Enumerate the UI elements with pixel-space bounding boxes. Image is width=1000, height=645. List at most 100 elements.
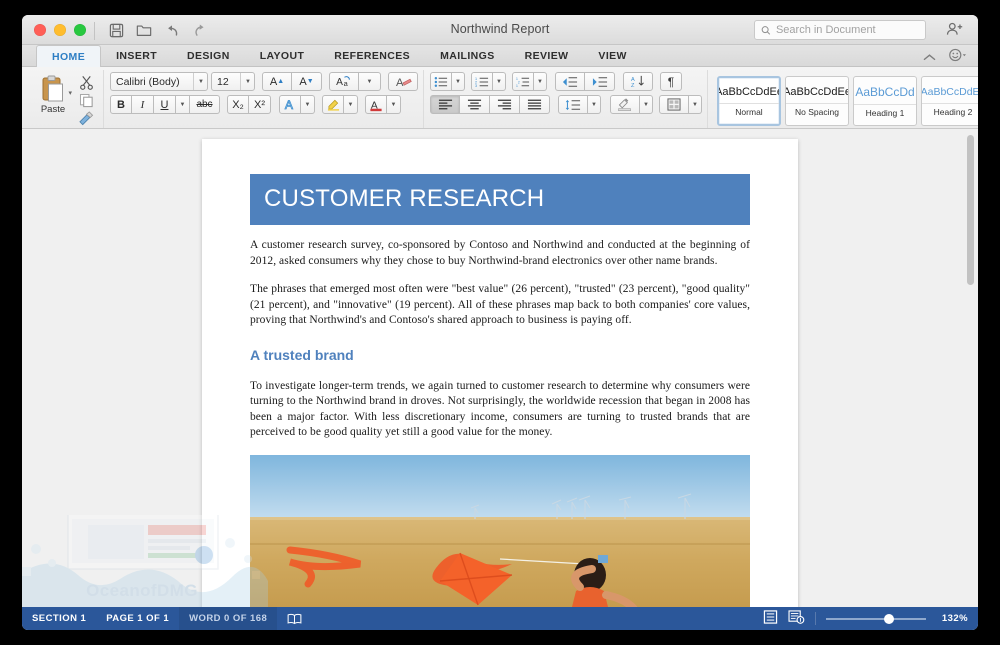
bullets-segment: ▼ bbox=[430, 72, 465, 91]
text-effects-button[interactable]: A bbox=[279, 95, 301, 114]
tab-review[interactable]: REVIEW bbox=[510, 45, 584, 67]
sort-button[interactable]: AZ bbox=[623, 72, 653, 91]
align-left-button[interactable] bbox=[430, 95, 460, 114]
chevron-up-icon[interactable] bbox=[923, 49, 936, 67]
search-input[interactable] bbox=[776, 24, 919, 36]
tab-design[interactable]: DESIGN bbox=[172, 45, 245, 67]
style-sample: AaBbCcDdEe bbox=[717, 86, 781, 98]
paste-button[interactable]: ▾ Paste bbox=[32, 72, 74, 115]
style-name: Normal bbox=[719, 103, 779, 117]
paste-label: Paste bbox=[41, 104, 65, 115]
borders-icon[interactable] bbox=[659, 95, 689, 114]
chevron-down-icon[interactable]: ▼ bbox=[240, 73, 251, 90]
highlight-dropdown[interactable]: ▼ bbox=[344, 95, 358, 114]
paragraph-row-bottom: ▼ ▼ ▼ bbox=[430, 95, 702, 114]
svg-text:3: 3 bbox=[475, 84, 477, 88]
shading-icon[interactable] bbox=[610, 95, 640, 114]
svg-text:A: A bbox=[336, 77, 343, 88]
change-case-button[interactable]: Aa bbox=[329, 72, 359, 91]
underline-button[interactable]: U bbox=[154, 95, 176, 114]
chevron-down-icon[interactable]: ▼ bbox=[193, 73, 204, 90]
font-color-icon[interactable]: A bbox=[365, 95, 387, 114]
styles-gallery: AaBbCcDdEe Normal AaBbCcDdEe No Spacing … bbox=[717, 72, 978, 126]
underline-dropdown[interactable]: ▼ bbox=[176, 95, 190, 114]
tab-references[interactable]: REFERENCES bbox=[319, 45, 425, 67]
numbering-icon[interactable]: 123 bbox=[471, 72, 493, 91]
document-page[interactable]: CUSTOMER RESEARCH A customer research su… bbox=[202, 139, 798, 607]
tab-layout[interactable]: LAYOUT bbox=[245, 45, 320, 67]
zoom-slider[interactable] bbox=[826, 618, 926, 620]
font-color-dropdown[interactable]: ▼ bbox=[387, 95, 401, 114]
bullets-icon[interactable] bbox=[430, 72, 452, 91]
change-case-dropdown[interactable]: ▼ bbox=[359, 72, 381, 91]
document-canvas[interactable]: CUSTOMER RESEARCH A customer research su… bbox=[22, 129, 978, 607]
status-divider bbox=[815, 612, 816, 625]
zoom-level[interactable]: 132% bbox=[936, 613, 968, 624]
ribbon-group-paragraph: ▼ 123 ▼ 121 ▼ bbox=[423, 70, 707, 128]
borders-dropdown[interactable]: ▼ bbox=[689, 95, 702, 114]
format-painter-icon[interactable] bbox=[76, 110, 96, 127]
style-card-normal[interactable]: AaBbCcDdEe Normal bbox=[717, 76, 781, 126]
align-right-button[interactable] bbox=[490, 95, 520, 114]
document-image[interactable] bbox=[250, 455, 750, 608]
style-card-no-spacing[interactable]: AaBbCcDdEe No Spacing bbox=[785, 76, 849, 126]
tab-mailings[interactable]: MAILINGS bbox=[425, 45, 510, 67]
style-sample: AaBbCcDdEe bbox=[785, 86, 849, 98]
zoom-slider-handle[interactable] bbox=[884, 614, 894, 624]
italic-button[interactable]: I bbox=[132, 95, 154, 114]
vertical-scrollbar[interactable] bbox=[966, 135, 975, 601]
shading-dropdown[interactable]: ▼ bbox=[640, 95, 653, 114]
subscript-button[interactable]: X₂ bbox=[227, 95, 249, 114]
tab-view[interactable]: VIEW bbox=[583, 45, 641, 67]
style-sample: AaBbCcDdEe bbox=[921, 86, 978, 98]
search-box[interactable] bbox=[754, 20, 926, 40]
line-spacing-icon[interactable] bbox=[558, 95, 588, 114]
grow-font-button[interactable]: A▲ bbox=[262, 72, 292, 91]
highlight-icon[interactable] bbox=[322, 95, 344, 114]
ribbon-tab-bar: HOME INSERT DESIGN LAYOUT REFERENCES MAI… bbox=[22, 45, 978, 67]
line-spacing-dropdown[interactable]: ▼ bbox=[588, 95, 601, 114]
status-section[interactable]: SECTION 1 bbox=[22, 607, 96, 630]
web-layout-icon[interactable] bbox=[788, 610, 805, 627]
show-marks-button[interactable]: ¶ bbox=[660, 72, 682, 91]
font-name-combo[interactable]: Calibri (Body) ▼ bbox=[110, 72, 208, 91]
font-style-segment: B I U ▼ abc bbox=[110, 95, 220, 114]
numbering-dropdown[interactable]: ▼ bbox=[493, 72, 506, 91]
multilevel-segment: 121 ▼ bbox=[512, 72, 547, 91]
font-name-value: Calibri (Body) bbox=[116, 76, 180, 88]
clear-formatting-button[interactable]: A bbox=[388, 72, 418, 91]
cut-icon[interactable] bbox=[76, 74, 96, 91]
decrease-indent-icon[interactable] bbox=[555, 72, 585, 91]
status-word-count[interactable]: WORD 0 OF 168 bbox=[179, 607, 277, 630]
print-layout-icon[interactable] bbox=[763, 610, 778, 627]
shrink-font-button[interactable]: A▼ bbox=[292, 72, 322, 91]
font-size-combo[interactable]: 12 ▼ bbox=[211, 72, 255, 91]
chevron-down-icon[interactable]: ▾ bbox=[68, 89, 72, 97]
font-color-segment: A ▼ bbox=[365, 95, 401, 114]
status-right-group: 132% bbox=[763, 610, 968, 627]
scrollbar-thumb[interactable] bbox=[967, 135, 974, 285]
style-card-heading-2[interactable]: AaBbCcDdEe Heading 2 bbox=[921, 76, 978, 126]
multilevel-list-icon[interactable]: 121 bbox=[512, 72, 534, 91]
multilevel-dropdown[interactable]: ▼ bbox=[534, 72, 547, 91]
share-icon[interactable] bbox=[946, 21, 964, 42]
increase-indent-icon[interactable] bbox=[585, 72, 615, 91]
style-card-heading-1[interactable]: AaBbCcDd Heading 1 bbox=[853, 76, 917, 126]
shading-segment: ▼ bbox=[610, 95, 653, 114]
paragraph-row-top: ▼ 123 ▼ 121 ▼ bbox=[430, 72, 702, 91]
tab-home[interactable]: HOME bbox=[36, 45, 101, 67]
document-body: CUSTOMER RESEARCH A customer research su… bbox=[202, 139, 798, 607]
align-center-button[interactable] bbox=[460, 95, 490, 114]
copy-icon[interactable] bbox=[76, 92, 96, 109]
justify-button[interactable] bbox=[520, 95, 550, 114]
tab-insert[interactable]: INSERT bbox=[101, 45, 172, 67]
smiley-icon[interactable] bbox=[948, 48, 968, 67]
bullets-dropdown[interactable]: ▼ bbox=[452, 72, 465, 91]
strikethrough-button[interactable]: abc bbox=[190, 95, 220, 114]
text-effects-dropdown[interactable]: ▼ bbox=[301, 95, 315, 114]
status-page[interactable]: PAGE 1 OF 1 bbox=[96, 607, 179, 630]
bold-button[interactable]: B bbox=[110, 95, 132, 114]
book-icon[interactable] bbox=[277, 607, 312, 630]
superscript-button[interactable]: X² bbox=[249, 95, 271, 114]
style-name: No Spacing bbox=[786, 103, 848, 117]
